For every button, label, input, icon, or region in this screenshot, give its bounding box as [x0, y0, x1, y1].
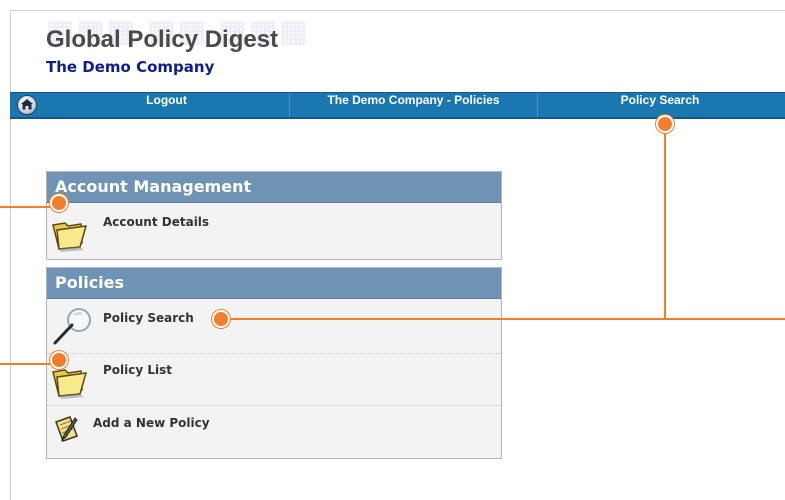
panel-header-account: Account Management [47, 172, 501, 203]
app-title: Global Policy Digest [46, 26, 279, 53]
callout-line-policy-search [222, 318, 785, 320]
account-management-panel: Account Management Account Details [46, 171, 502, 260]
company-name: The Demo Company [46, 58, 215, 76]
policy-search-label: Policy Search [103, 311, 194, 325]
callout-dot-policy-list [50, 351, 68, 369]
folder-icon [51, 213, 91, 257]
panel-header-policies: Policies [47, 268, 501, 299]
callout-line-account [0, 206, 58, 208]
callout-line-nav-search-vertical [664, 125, 666, 320]
header: ▦▦▦ ▦▦ ▦▦▦ Global Policy Digest The Demo… [36, 12, 336, 82]
add-new-policy-label: Add a New Policy [93, 416, 210, 430]
nav-policies[interactable]: The Demo Company - Policies [289, 93, 537, 117]
magnifier-icon [51, 305, 95, 351]
home-button[interactable] [10, 93, 44, 117]
callout-dot-policy-search [212, 310, 230, 328]
policy-list-item[interactable]: Policy List [47, 354, 501, 406]
callout-dot-nav-search [656, 115, 674, 133]
nav-logout[interactable]: Logout [44, 93, 289, 117]
policy-search-item[interactable]: Policy Search [47, 299, 501, 354]
account-details-item[interactable]: Account Details [47, 203, 501, 259]
callout-dot-account [50, 194, 68, 212]
home-icon [17, 95, 37, 115]
account-details-label: Account Details [103, 215, 210, 229]
callout-line-policy-list [0, 363, 58, 365]
policy-list-label: Policy List [103, 363, 173, 377]
notepad-pencil-icon [53, 414, 81, 448]
add-new-policy-item[interactable]: Add a New Policy [47, 406, 501, 458]
nav-policy-search[interactable]: Policy Search [537, 93, 782, 117]
policies-panel: Policies Policy Search Policy List Add a… [46, 267, 502, 459]
